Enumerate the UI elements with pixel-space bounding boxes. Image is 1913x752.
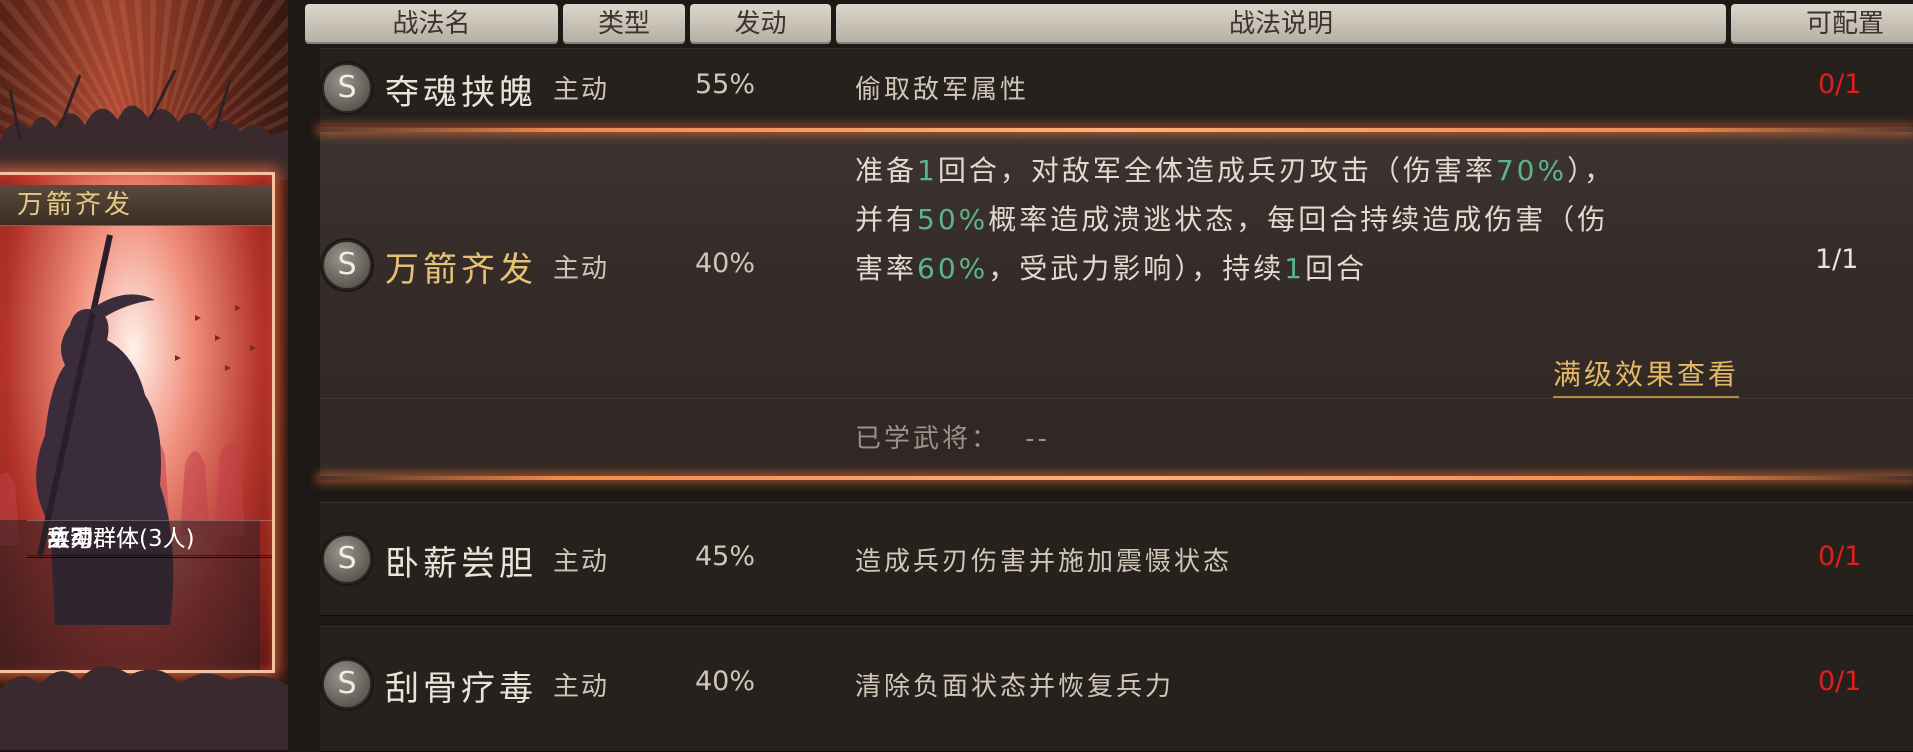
desc-value: 70% [1495,154,1568,187]
selection-glow-top [320,128,1913,132]
tactic-description: 清除负面状态并恢复兵力 [855,672,1175,702]
learned-generals: 已学武将： -- [855,418,1050,455]
desc-text: ，受武力影响），持续 [988,252,1285,285]
tactic-type: 主动 [553,547,610,577]
trigger-rate: 45% [695,541,756,572]
table-row[interactable]: S 刮骨疗毒 主动 40% 清除负面状态并恢复兵力 0/1 [320,626,1913,752]
tactic-description: 准备1回合，对敌军全体造成兵刃攻击（伤害率70%）， 并有50%概率造成溃逃状态… [855,146,1855,293]
desc-text: 害率 [855,252,918,285]
config-count: 1/1 [1815,244,1859,275]
full-level-effect-link[interactable]: 满级效果查看 [1553,353,1740,398]
header-type[interactable]: 类型 [563,4,685,44]
header-trigger-rate[interactable]: 发动 [690,4,831,44]
header-description[interactable]: 战法说明 [836,4,1726,44]
desc-text: ）， [1567,154,1616,187]
config-count: 0/1 [1818,69,1862,100]
desc-text: 概率造成溃逃状态，每回合持续造成伤害（伤 [988,203,1609,236]
desc-value: 60% [917,252,989,285]
divider [320,398,1913,399]
desc-text: 回合，对敌军全体造成兵刃攻击（伤害率 [937,154,1496,187]
desc-value: 1 [1284,252,1306,285]
trigger-rate: 40% [695,248,756,279]
tactic-type: 主动 [553,254,610,284]
trigger-rate: 40% [695,666,756,697]
config-count: 0/1 [1818,541,1862,572]
card-title: 万箭齐发 [0,185,272,226]
desc-value: 1 [917,154,938,187]
s-rank-badge: S [322,659,372,709]
tactic-description: 造成兵刃伤害并施加震慑状态 [855,547,1233,577]
table-row[interactable]: S 卧薪尝胆 主动 45% 造成兵刃伤害并施加震慑状态 0/1 [320,502,1913,616]
desc-text: 回合 [1305,252,1368,285]
tactic-name: 刮骨疗毒 [385,669,537,709]
s-rank-badge: S [322,240,372,290]
tactic-name: 万箭齐发 [385,250,537,290]
tactic-type: 主动 [553,75,610,105]
learned-value: -- [1025,424,1051,454]
card-info: ☓ 主动 兵刃群体 敌军群体(3人) [0,520,272,670]
learned-label: 已学武将： [855,424,1001,454]
tactic-card[interactable]: 万箭齐发 ☓ 主动 兵刃群体 敌军群体(3人) [0,172,275,673]
s-rank-badge: S [322,534,372,584]
tactic-type: 主动 [553,672,610,702]
table-row[interactable]: S 夺魂挟魄 主动 55% 偷取敌军属性 0/1 [320,48,1913,126]
army-silhouette-top [0,70,288,180]
desc-text: 并有 [855,203,918,236]
army-silhouette-bottom [0,666,288,750]
table-header: 战法名 类型 发动 战法说明 可配置 [288,0,1913,48]
trigger-rate: 55% [695,69,756,100]
selected-table-row[interactable]: S 万箭齐发 主动 40% 准备1回合，对敌军全体造成兵刃攻击（伤害率70%），… [320,128,1913,480]
desc-value: 50% [917,203,989,236]
tactic-name: 夺魂挟魄 [385,73,537,113]
s-rank-badge: S [322,63,372,113]
tactic-description: 偷取敌军属性 [855,75,1030,105]
tactic-name: 卧薪尝胆 [385,544,537,584]
tactics-table: 战法名 类型 发动 战法说明 可配置 S 夺魂挟魄 主动 55% 偷取敌军属性 … [288,0,1913,752]
selection-glow-bottom [320,476,1913,480]
desc-text: 准备 [855,154,918,187]
header-tactic-name[interactable]: 战法名 [305,4,558,44]
general-card-panel: 万箭齐发 ☓ 主动 兵刃群体 敌军群体(3人) [0,0,288,750]
header-configurable[interactable]: 可配置 [1731,4,1913,44]
config-count: 0/1 [1818,666,1862,697]
card-info-target: 敌军群体(3人) [27,520,272,558]
